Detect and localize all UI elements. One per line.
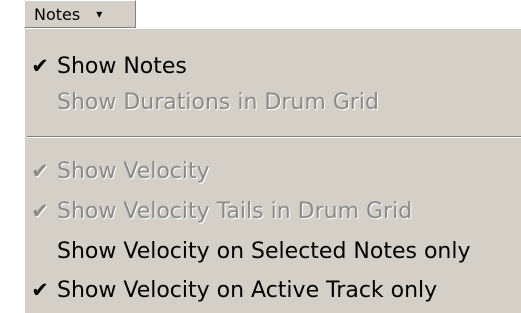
menu-item-show-notes[interactable]: ✔ Show Notes: [25, 48, 521, 84]
menu-item-label: Show Notes: [57, 53, 187, 79]
checkmark-icon: ✔: [31, 199, 49, 223]
chevron-down-icon: ▾: [96, 7, 103, 21]
menu-item-show-velocity-on-selected-notes-only[interactable]: Show Velocity on Selected Notes only: [25, 233, 521, 269]
notes-menu-label: Notes: [34, 4, 81, 24]
checkmark-icon: ✔: [31, 159, 49, 183]
menu-item-show-durations-in-drum-grid: Show Durations in Drum Grid: [25, 84, 521, 120]
menu-separator: [27, 136, 521, 138]
menu-item-show-velocity-on-active-track-only[interactable]: ✔ Show Velocity on Active Track only: [25, 272, 521, 308]
menu-item-label: Show Velocity: [57, 158, 210, 184]
menu-item-label: Show Velocity Tails in Drum Grid: [57, 198, 413, 224]
menu-item-label: Show Velocity on Active Track only: [57, 277, 438, 303]
notes-dropdown-menu: ✔ Show Notes Show Durations in Drum Grid…: [24, 28, 521, 313]
menu-item-label: Show Velocity on Selected Notes only: [57, 238, 471, 264]
checkmark-icon: ✔: [31, 54, 49, 78]
menu-item-show-velocity-tails-in-drum-grid: ✔ Show Velocity Tails in Drum Grid: [25, 193, 521, 229]
menu-item-label: Show Durations in Drum Grid: [57, 89, 379, 115]
menu-item-show-velocity: ✔ Show Velocity: [25, 153, 521, 189]
notes-menu-button[interactable]: Notes ▾: [24, 0, 136, 28]
checkmark-icon: ✔: [31, 278, 49, 302]
